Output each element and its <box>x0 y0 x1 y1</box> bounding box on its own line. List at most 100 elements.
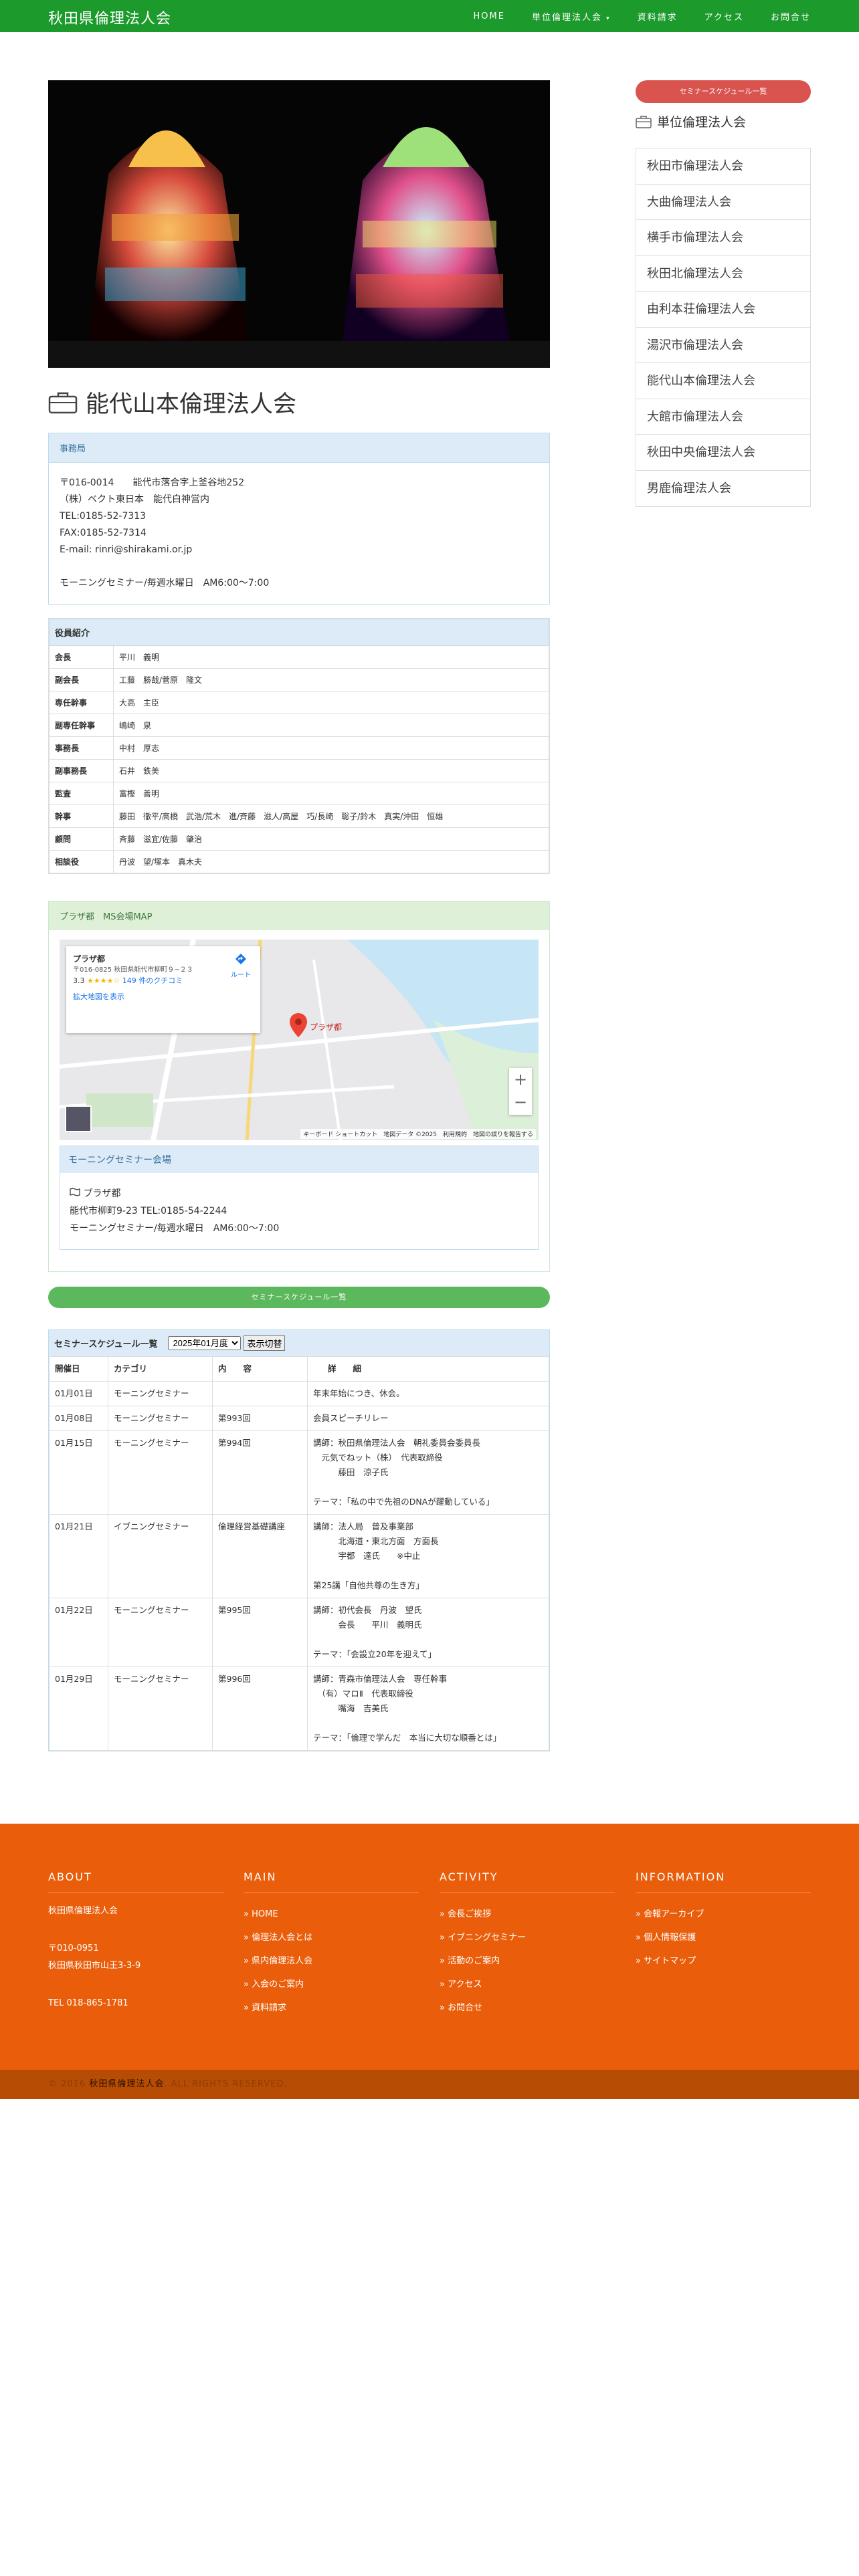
footer-link[interactable]: » サイトマップ <box>636 1949 811 1973</box>
star-rating-icon: ★★★★☆ <box>87 976 120 985</box>
table-row: 会長 平川 義明 <box>49 645 549 669</box>
table-row: 01月08日 モーニングセミナー 第993回 会員スピーチリレー <box>49 1406 549 1431</box>
office-tel: TEL:0185-52-7313 <box>60 511 147 522</box>
nav-unit-label: 単位倫理法人会 <box>531 12 607 23</box>
table-row: 01月29日 モーニングセミナー 第996回 講師：青森市倫理法人会 専任幹事 （有）… <box>49 1667 549 1751</box>
month-select[interactable]: 2025年01月度 <box>168 1336 242 1350</box>
table-row: 01月22日 モーニングセミナー 第995回 講師：初代会長 丹波 望氏 会長 平川 … <box>49 1598 549 1667</box>
footer-link[interactable]: » 倫理法人会とは <box>244 1926 419 1949</box>
footer-main: MAIN » HOME » 倫理法人会とは » 県内倫理法人会 » 入会のご案内… <box>244 1870 419 2020</box>
site-footer: ABOUT 秋田県倫理法人会 〒010-0951 秋田県秋田市山王3-3-9 TE… <box>0 1824 859 2099</box>
table-row: 専任幹事 大高 主臣 <box>49 691 549 714</box>
copyright-org-link[interactable]: 秋田県倫理法人会 <box>89 2079 164 2089</box>
officers-table: 役員紹介 会長 平川 義明 副会長 工藤 勝哉/菅原 隆文 専任幹事 大高 主臣 副専… <box>49 619 549 873</box>
nav-unit-associations[interactable]: 単位倫理法人会 ▾ <box>532 10 611 23</box>
footer-link[interactable]: » アクセス <box>440 1973 615 1996</box>
footer-link[interactable]: » 活動のご案内 <box>440 1949 615 1973</box>
sidebar-list: 秋田市倫理法人会 大曲倫理法人会 横手市倫理法人会 秋田北倫理法人会 由利本荘倫… <box>636 148 811 507</box>
footer-link[interactable]: » 入会のご案内 <box>244 1973 419 1996</box>
map-panel: プラザ都 MS会場MAP プラザ都 プラザ都 〒016-0825 秋田県能代市柳… <box>48 901 550 1272</box>
venue-heading: モーニングセミナー会場 <box>60 1146 538 1173</box>
seminar-schedule-button[interactable]: セミナースケジュール一覧 <box>48 1287 550 1308</box>
footer-link[interactable]: » 会長ご挨拶 <box>440 1903 615 1926</box>
sidebar-item-noshiro-yamamoto[interactable]: 能代山本倫理法人会 <box>636 363 810 399</box>
sidebar-item-akita-kita[interactable]: 秋田北倫理法人会 <box>636 256 810 292</box>
table-row: 01月01日 モーニングセミナー 年末年始につき、休会。 <box>49 1381 549 1406</box>
officers-panel: 役員紹介 会長 平川 義明 副会長 工藤 勝哉/菅原 隆文 専任幹事 大高 主臣 副専… <box>48 618 550 874</box>
officers-heading: 役員紹介 <box>49 619 549 646</box>
map-attribution: キーボード ショートカット 地図データ ©2025 利用規約 地図の誤りを報告す… <box>300 1129 536 1139</box>
office-email: E-mail: rinri@shirakami.or.jp <box>60 544 193 555</box>
footer-link[interactable]: » お問合せ <box>440 1996 615 2020</box>
page-title: 能代山本倫理法人会 <box>48 385 550 419</box>
table-row: 顧問 斉藤 滋宜/佐藤 肇治 <box>49 827 549 851</box>
map-pin-icon[interactable] <box>290 1013 307 1037</box>
copyright-bar: © 2016 秋田県倫理法人会. ALL RIGHTS RESERVED. <box>0 2070 859 2099</box>
chevron-down-icon: ▾ <box>606 15 611 22</box>
office-heading: 事務局 <box>49 433 549 463</box>
main-content: 能代山本倫理法人会 事務局 〒016-0014 能代市落合字上釜谷地252 （株… <box>48 80 550 1751</box>
table-row: 事務長 中村 厚志 <box>49 736 549 760</box>
table-row: 01月15日 モーニングセミナー 第994回 講師：秋田県倫理法人会 朝礼委員会委員長… <box>49 1430 549 1515</box>
footer-link[interactable]: » 県内倫理法人会 <box>244 1949 419 1973</box>
venue-panel: モーニングセミナー会場 プラザ都 能代市柳町9-23 TEL:0185-54-2… <box>60 1146 539 1250</box>
office-company: （株）ベクト東日本 能代白神営内 <box>60 494 209 505</box>
zoom-in-icon[interactable]: + <box>509 1068 532 1091</box>
office-body: 〒016-0014 能代市落合字上釜谷地252 （株）ベクト東日本 能代白神営内… <box>49 463 549 604</box>
table-row: 副会長 工藤 勝哉/菅原 隆文 <box>49 668 549 691</box>
schedule-heading: セミナースケジュール一覧 <box>54 1339 158 1350</box>
map-reviews-link[interactable]: 149 件のクチコミ <box>122 976 183 985</box>
office-seminar: モーニングセミナー/毎週水曜日 AM6:00〜7:00 <box>60 578 270 588</box>
footer-link[interactable]: » 資料請求 <box>244 1996 419 2020</box>
sidebar-item-akita[interactable]: 秋田市倫理法人会 <box>636 148 810 185</box>
map-route-button[interactable]: ルート <box>231 953 251 982</box>
venue-schedule: モーニングセミナー/毎週水曜日 AM6:00〜7:00 <box>70 1223 280 1234</box>
table-header-row: 開催日 カテゴリ 内 容 詳 細 <box>49 1356 549 1382</box>
nav-access[interactable]: アクセス <box>704 10 744 23</box>
sidebar-item-yokote[interactable]: 横手市倫理法人会 <box>636 220 810 256</box>
map-zoom-controls: + − <box>509 1068 532 1115</box>
sidebar-item-yurihonjo[interactable]: 由利本荘倫理法人会 <box>636 292 810 328</box>
footer-link[interactable]: » イブニングセミナー <box>440 1926 615 1949</box>
footer-about: ABOUT 秋田県倫理法人会 〒010-0951 秋田県秋田市山王3-3-9 TE… <box>48 1870 223 2012</box>
map-heading: プラザ都 MS会場MAP <box>49 901 549 930</box>
site-brand[interactable]: 秋田県倫理法人会 <box>48 7 171 28</box>
map-enlarge-link[interactable]: 拡大地図を表示 <box>73 991 254 1003</box>
venue-address: 能代市柳町9-23 TEL:0185-54-2244 <box>70 1206 227 1216</box>
schedule-table: 開催日 カテゴリ 内 容 詳 細 01月01日 モーニングセミナー 年末年始につき、… <box>49 1356 549 1751</box>
office-address: 〒016-0014 能代市落合字上釜谷地252 <box>60 477 245 488</box>
map-place-card: プラザ都 〒016-0825 秋田県能代市柳町９−２３ 3.3 ★★★★☆ 14… <box>66 946 260 1033</box>
footer-activity: ACTIVITY » 会長ご挨拶 » イブニングセミナー » 活動のご案内 » … <box>440 1870 615 2020</box>
footer-link[interactable]: » 会報アーカイブ <box>636 1903 811 1926</box>
briefcase-icon <box>636 115 652 128</box>
table-row: 副事務長 石井 鉄美 <box>49 759 549 782</box>
map-satellite-toggle[interactable] <box>65 1105 92 1132</box>
toggle-display-button[interactable]: 表示切替 <box>244 1335 286 1351</box>
sidebar-item-akita-chuo[interactable]: 秋田中央倫理法人会 <box>636 435 810 471</box>
google-map[interactable]: プラザ都 プラザ都 〒016-0825 秋田県能代市柳町９−２３ 3.3 ★★★… <box>60 940 539 1140</box>
footer-link[interactable]: » 個人情報保護 <box>636 1926 811 1949</box>
footer-link[interactable]: » HOME <box>244 1903 419 1926</box>
table-row: 幹事 藤田 徹平/高橋 武浩/荒木 進/斉藤 滋人/高屋 巧/長崎 聡子/鈴木 真… <box>49 804 549 828</box>
map-place-name: プラザ都 <box>73 954 106 964</box>
page-title-text: 能代山本倫理法人会 <box>86 391 297 418</box>
sidebar-item-yuzawa[interactable]: 湯沢市倫理法人会 <box>636 328 810 363</box>
zoom-out-icon[interactable]: − <box>509 1091 532 1113</box>
festival-floats-image <box>48 80 550 368</box>
office-panel: 事務局 〒016-0014 能代市落合字上釜谷地252 （株）ベクト東日本 能代… <box>48 433 550 605</box>
footer-information: INFORMATION » 会報アーカイブ » 個人情報保護 » サイトマップ <box>636 1870 811 1973</box>
table-row: 監査 富樫 善明 <box>49 782 549 805</box>
nav-home[interactable]: HOME <box>473 11 504 21</box>
venue-name-row: プラザ都 <box>70 1185 529 1202</box>
nav-contact[interactable]: お問合せ <box>771 10 811 23</box>
table-row: 相談役 丹波 望/塚本 真木夫 <box>49 850 549 873</box>
sidebar-item-omagari[interactable]: 大曲倫理法人会 <box>636 185 810 220</box>
sidebar-title: 単位倫理法人会 <box>636 112 811 130</box>
nav-request[interactable]: 資料請求 <box>638 10 678 23</box>
map-pin-label: プラザ都 <box>310 1023 343 1032</box>
sidebar-schedule-button[interactable]: セミナースケジュール一覧 <box>636 80 811 103</box>
sidebar-item-oga[interactable]: 男鹿倫理法人会 <box>636 471 810 507</box>
map-rating: 3.3 ★★★★☆ 149 件のクチコミ <box>73 976 183 985</box>
office-fax: FAX:0185-52-7314 <box>60 528 147 538</box>
sidebar-item-odate[interactable]: 大館市倫理法人会 <box>636 399 810 435</box>
